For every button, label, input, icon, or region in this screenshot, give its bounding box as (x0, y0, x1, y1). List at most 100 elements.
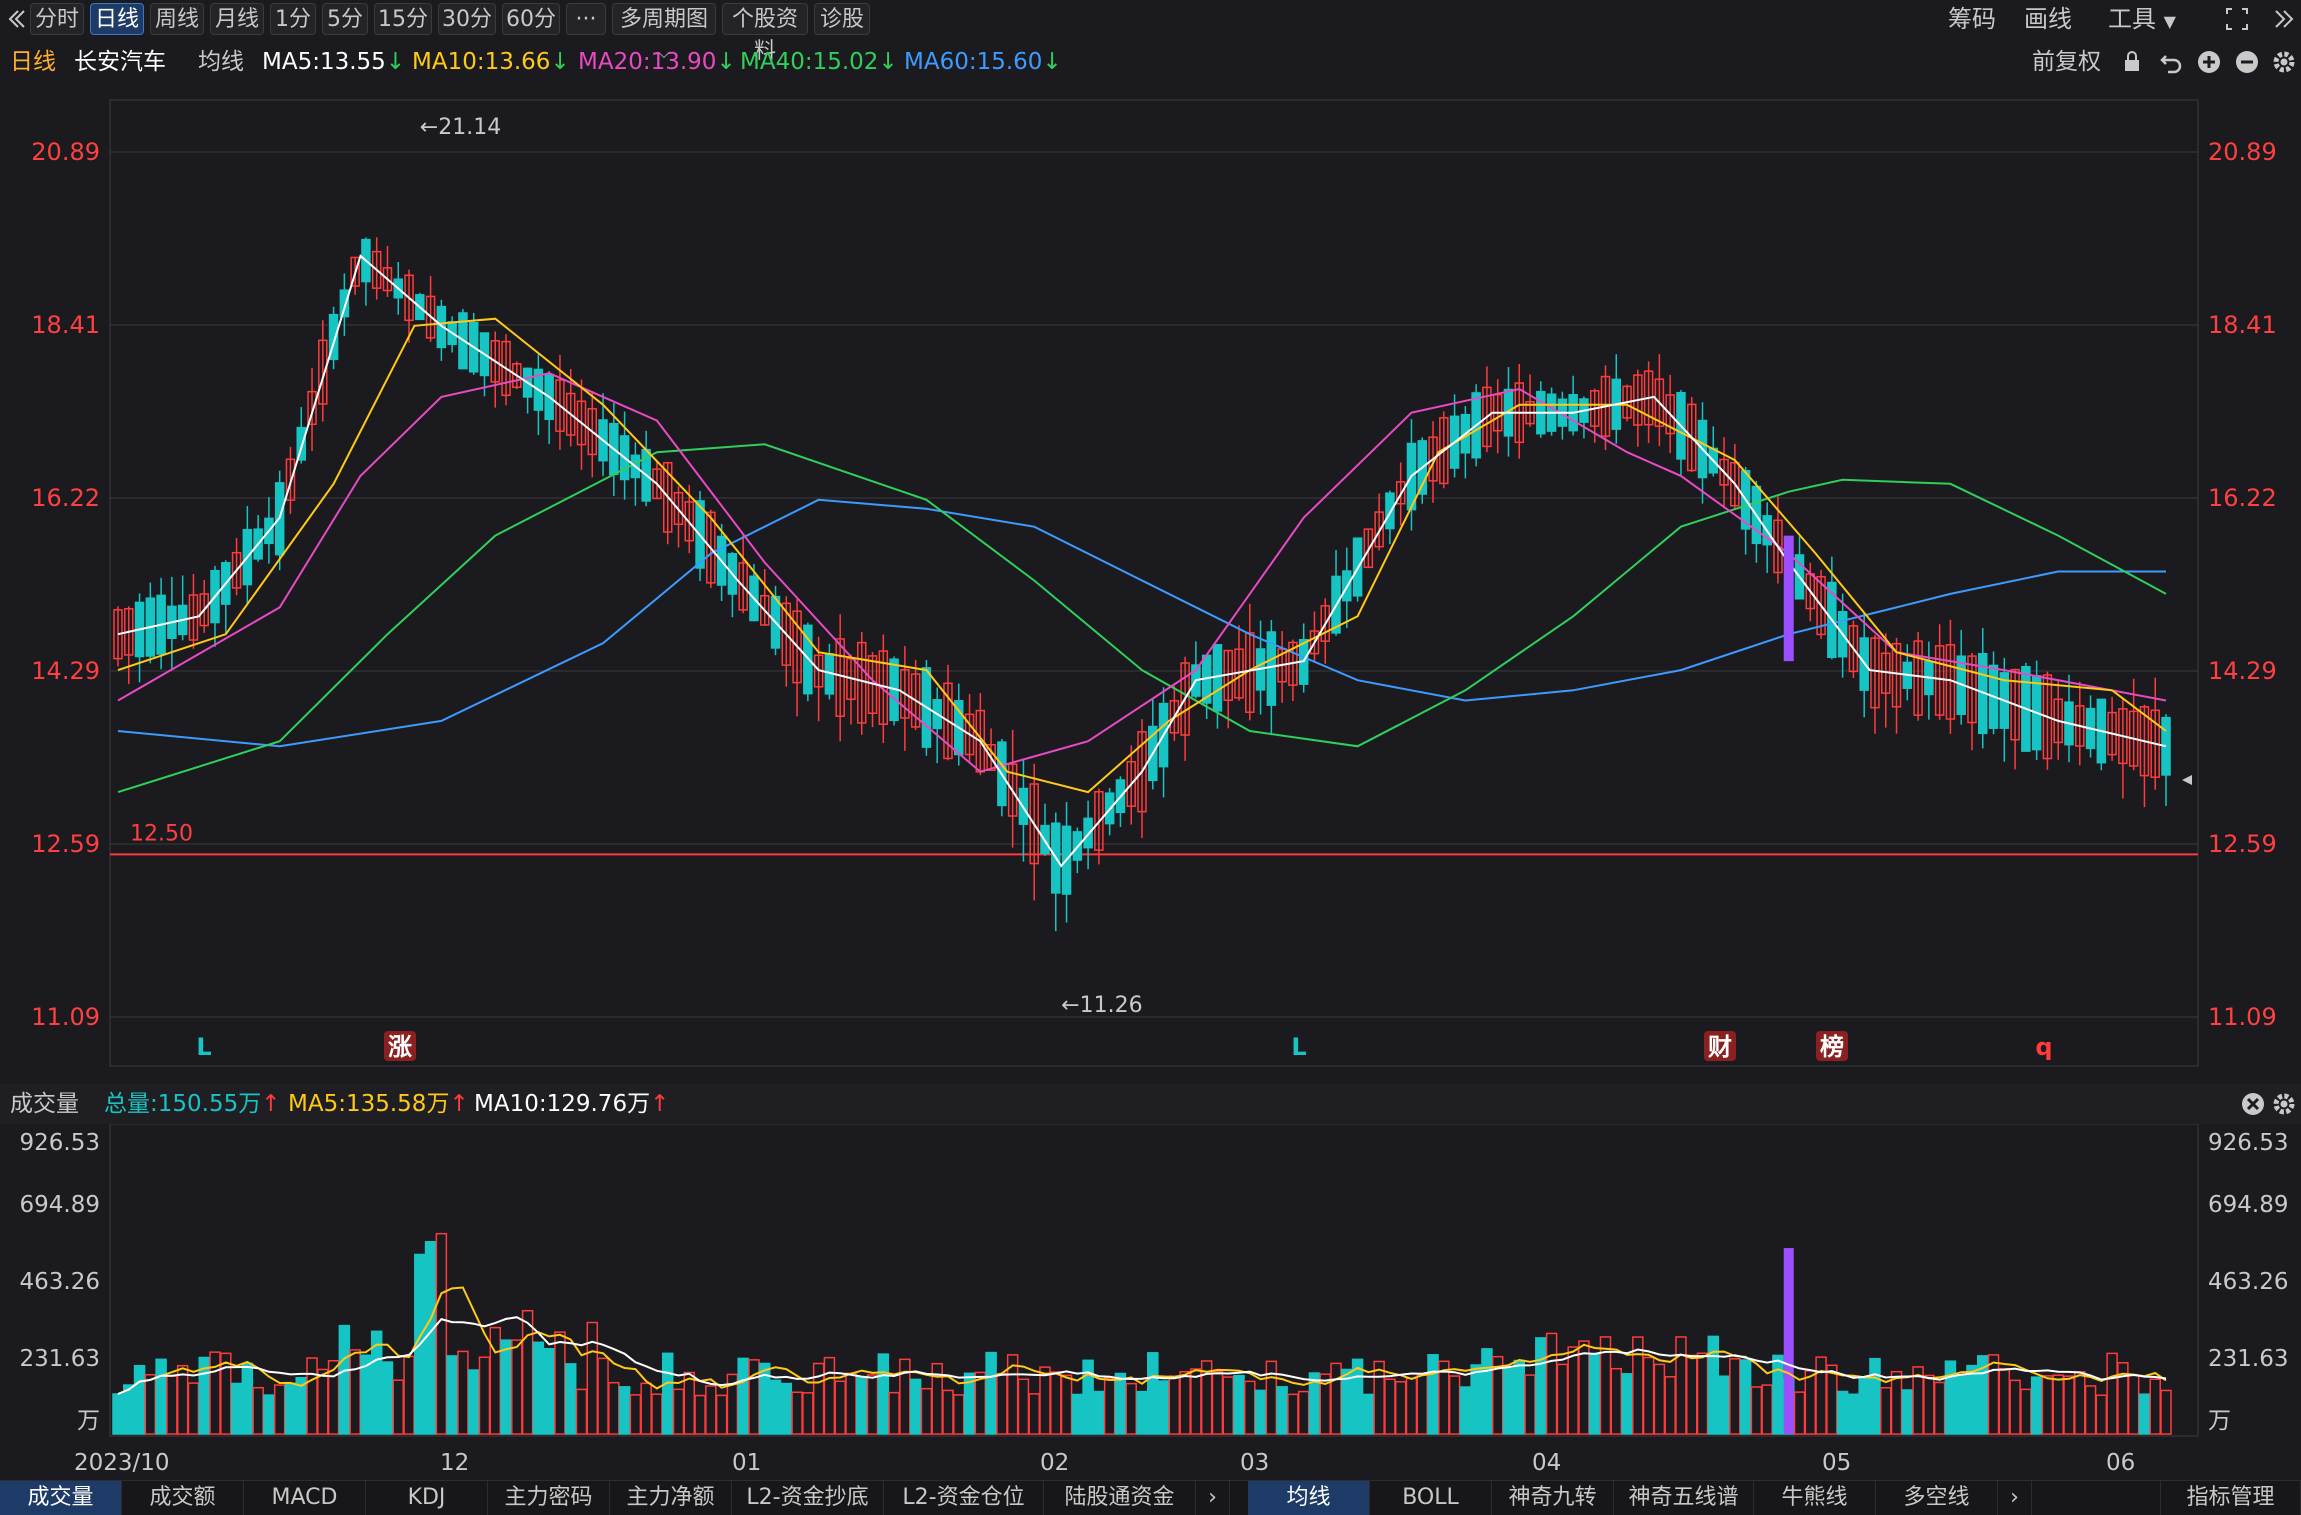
chevron-right-icon[interactable]: › (1196, 1481, 1230, 1515)
volume-bar (996, 1372, 1008, 1435)
diagnose-button[interactable]: 诊股 (814, 3, 870, 35)
support-level-label: 12.50 (130, 821, 193, 846)
ma40-text: MA40:15.02 (740, 49, 879, 75)
more-periods-button[interactable]: ··· (566, 3, 606, 35)
price-chart[interactable]: 20.89 20.89 18.41 18.41 16.22 16.22 14.29 14.29… (0, 80, 2301, 1070)
volume-bar (1545, 1332, 1558, 1435)
tab-macd[interactable]: MACD (244, 1481, 366, 1515)
volume-ma10-text: MA10:129.76万 (474, 1091, 651, 1117)
chevron-right-icon[interactable]: › (1998, 1481, 2032, 1515)
volume-bar (252, 1386, 264, 1435)
arrow-down-icon: ↓ (385, 49, 406, 75)
volume-bar (1039, 1366, 1051, 1435)
arrow-up-icon: ↑ (449, 1091, 469, 1117)
volume-bar (2138, 1393, 2151, 1435)
volume-bar (1168, 1375, 1181, 1435)
period-monthly-button[interactable]: 月线 (210, 3, 264, 35)
volume-bar (1535, 1337, 1547, 1435)
highlight-candle (1783, 535, 1794, 662)
price-tick-right: 12.59 (2208, 830, 2277, 858)
volume-bar (1836, 1390, 1849, 1435)
ma20-line (117, 372, 2167, 773)
period-1min-button[interactable]: 1分 (270, 3, 316, 35)
x-tick-label: 12 (440, 1450, 469, 1476)
tab-northbound-fund[interactable]: 陆股通资金 (1044, 1481, 1196, 1515)
draw-button[interactable]: 画线 (2024, 3, 2078, 35)
volume-bar (1718, 1375, 1730, 1435)
volume-bar (661, 1352, 674, 1435)
tab-bull-bear-line[interactable]: 牛熊线 (1754, 1481, 1876, 1515)
volume-ma10: MA10:129.76万↑ (474, 1086, 669, 1122)
tab-l2-position[interactable]: L2-资金仓位 (884, 1481, 1044, 1515)
volume-bar (2160, 1389, 2172, 1435)
volume-bar (1610, 1367, 1623, 1435)
volume-chart[interactable]: 926.53 926.53 694.89 694.89 463.26 463.26 231.… (0, 1124, 2301, 1480)
period-daily-button[interactable]: 日线 (90, 3, 144, 35)
tools-button[interactable]: 工具 ▼ (2108, 3, 2184, 35)
volume-bar (705, 1385, 717, 1435)
fullscreen-icon[interactable] (2222, 3, 2252, 35)
multi-period-button[interactable]: 多周期图 ⌵ (612, 3, 716, 62)
chevron-left-icon[interactable] (4, 3, 28, 35)
volume-bar (1222, 1376, 1234, 1435)
current-price-pointer-icon (2182, 775, 2192, 785)
indicator-manage-button[interactable]: 指标管理 (2160, 1481, 2301, 1515)
chevron-right-double-icon[interactable] (2268, 3, 2298, 35)
tab-l2-bottom-fishing[interactable]: L2-资金抄底 (732, 1481, 884, 1515)
volume-bar (845, 1372, 857, 1435)
volume-bar (1621, 1373, 1633, 1435)
tab-magic-five-lines[interactable]: 神奇五线谱 (1614, 1481, 1754, 1515)
period-60min-button[interactable]: 60分 (502, 3, 560, 35)
volume-bar (155, 1358, 167, 1435)
period-fenshi-button[interactable]: 分时 (30, 3, 84, 35)
period-30min-button[interactable]: 30分 (438, 3, 496, 35)
volume-bar (1297, 1390, 1310, 1435)
volume-bar (812, 1362, 825, 1435)
volume-bar (618, 1386, 631, 1435)
tab-main-force-net[interactable]: 主力净额 (610, 1481, 732, 1515)
volume-bar (1416, 1374, 1429, 1435)
tab-turnover[interactable]: 成交额 (122, 1481, 244, 1515)
event-badge: q (2035, 1033, 2052, 1061)
period-weekly-button[interactable]: 周线 (150, 3, 204, 35)
volume-bar (1556, 1363, 1569, 1435)
price-tick-left: 18.41 (31, 311, 100, 339)
volume-bar (1448, 1375, 1461, 1435)
volume-bar (1017, 1378, 1030, 1435)
volume-bar (2127, 1374, 2140, 1435)
volume-bar (392, 1379, 405, 1435)
volume-bar (1793, 1391, 1806, 1435)
lock-icon[interactable] (2120, 44, 2144, 80)
volume-bar (446, 1355, 458, 1435)
volume-bar (241, 1362, 254, 1435)
tab-long-short-line[interactable]: 多空线 (1876, 1481, 1998, 1515)
tab-kdj[interactable]: KDJ (366, 1481, 488, 1515)
x-tick-label: 06 (2106, 1450, 2135, 1476)
close-icon[interactable] (2240, 1086, 2266, 1122)
adjust-button[interactable]: 前复权 (2032, 44, 2101, 80)
gear-icon[interactable] (2270, 44, 2298, 80)
volume-bar (802, 1392, 814, 1435)
tab-magic-nine[interactable]: 神奇九转 (1492, 1481, 1614, 1515)
period-15min-button[interactable]: 15分 (374, 3, 432, 35)
gear-icon[interactable] (2270, 1086, 2298, 1122)
period-5min-button[interactable]: 5分 (322, 3, 368, 35)
x-tick-label: 04 (1532, 1450, 1561, 1476)
stock-info-button[interactable]: 个股资料 (722, 3, 808, 64)
tab-main-force-code[interactable]: 主力密码 (488, 1481, 610, 1515)
tab-boll[interactable]: BOLL (1370, 1481, 1492, 1515)
volume-bar (1265, 1360, 1278, 1435)
volume-bar (608, 1381, 620, 1435)
chips-button[interactable]: 筹码 (1948, 3, 2002, 35)
caret-down-icon: ▼ (2163, 12, 2176, 31)
volume-bar (1093, 1390, 1105, 1435)
undo-icon[interactable] (2158, 44, 2184, 80)
tab-ma[interactable]: 均线 (1248, 1481, 1370, 1515)
plus-circle-icon[interactable] (2196, 44, 2222, 80)
tab-volume[interactable]: 成交量 (0, 1481, 122, 1515)
volume-bar (284, 1382, 297, 1435)
volume-bar (1513, 1359, 1526, 1435)
ma5-text: MA5:13.55 (262, 49, 386, 75)
volume-bar (2095, 1394, 2108, 1435)
minus-circle-icon[interactable] (2234, 44, 2260, 80)
